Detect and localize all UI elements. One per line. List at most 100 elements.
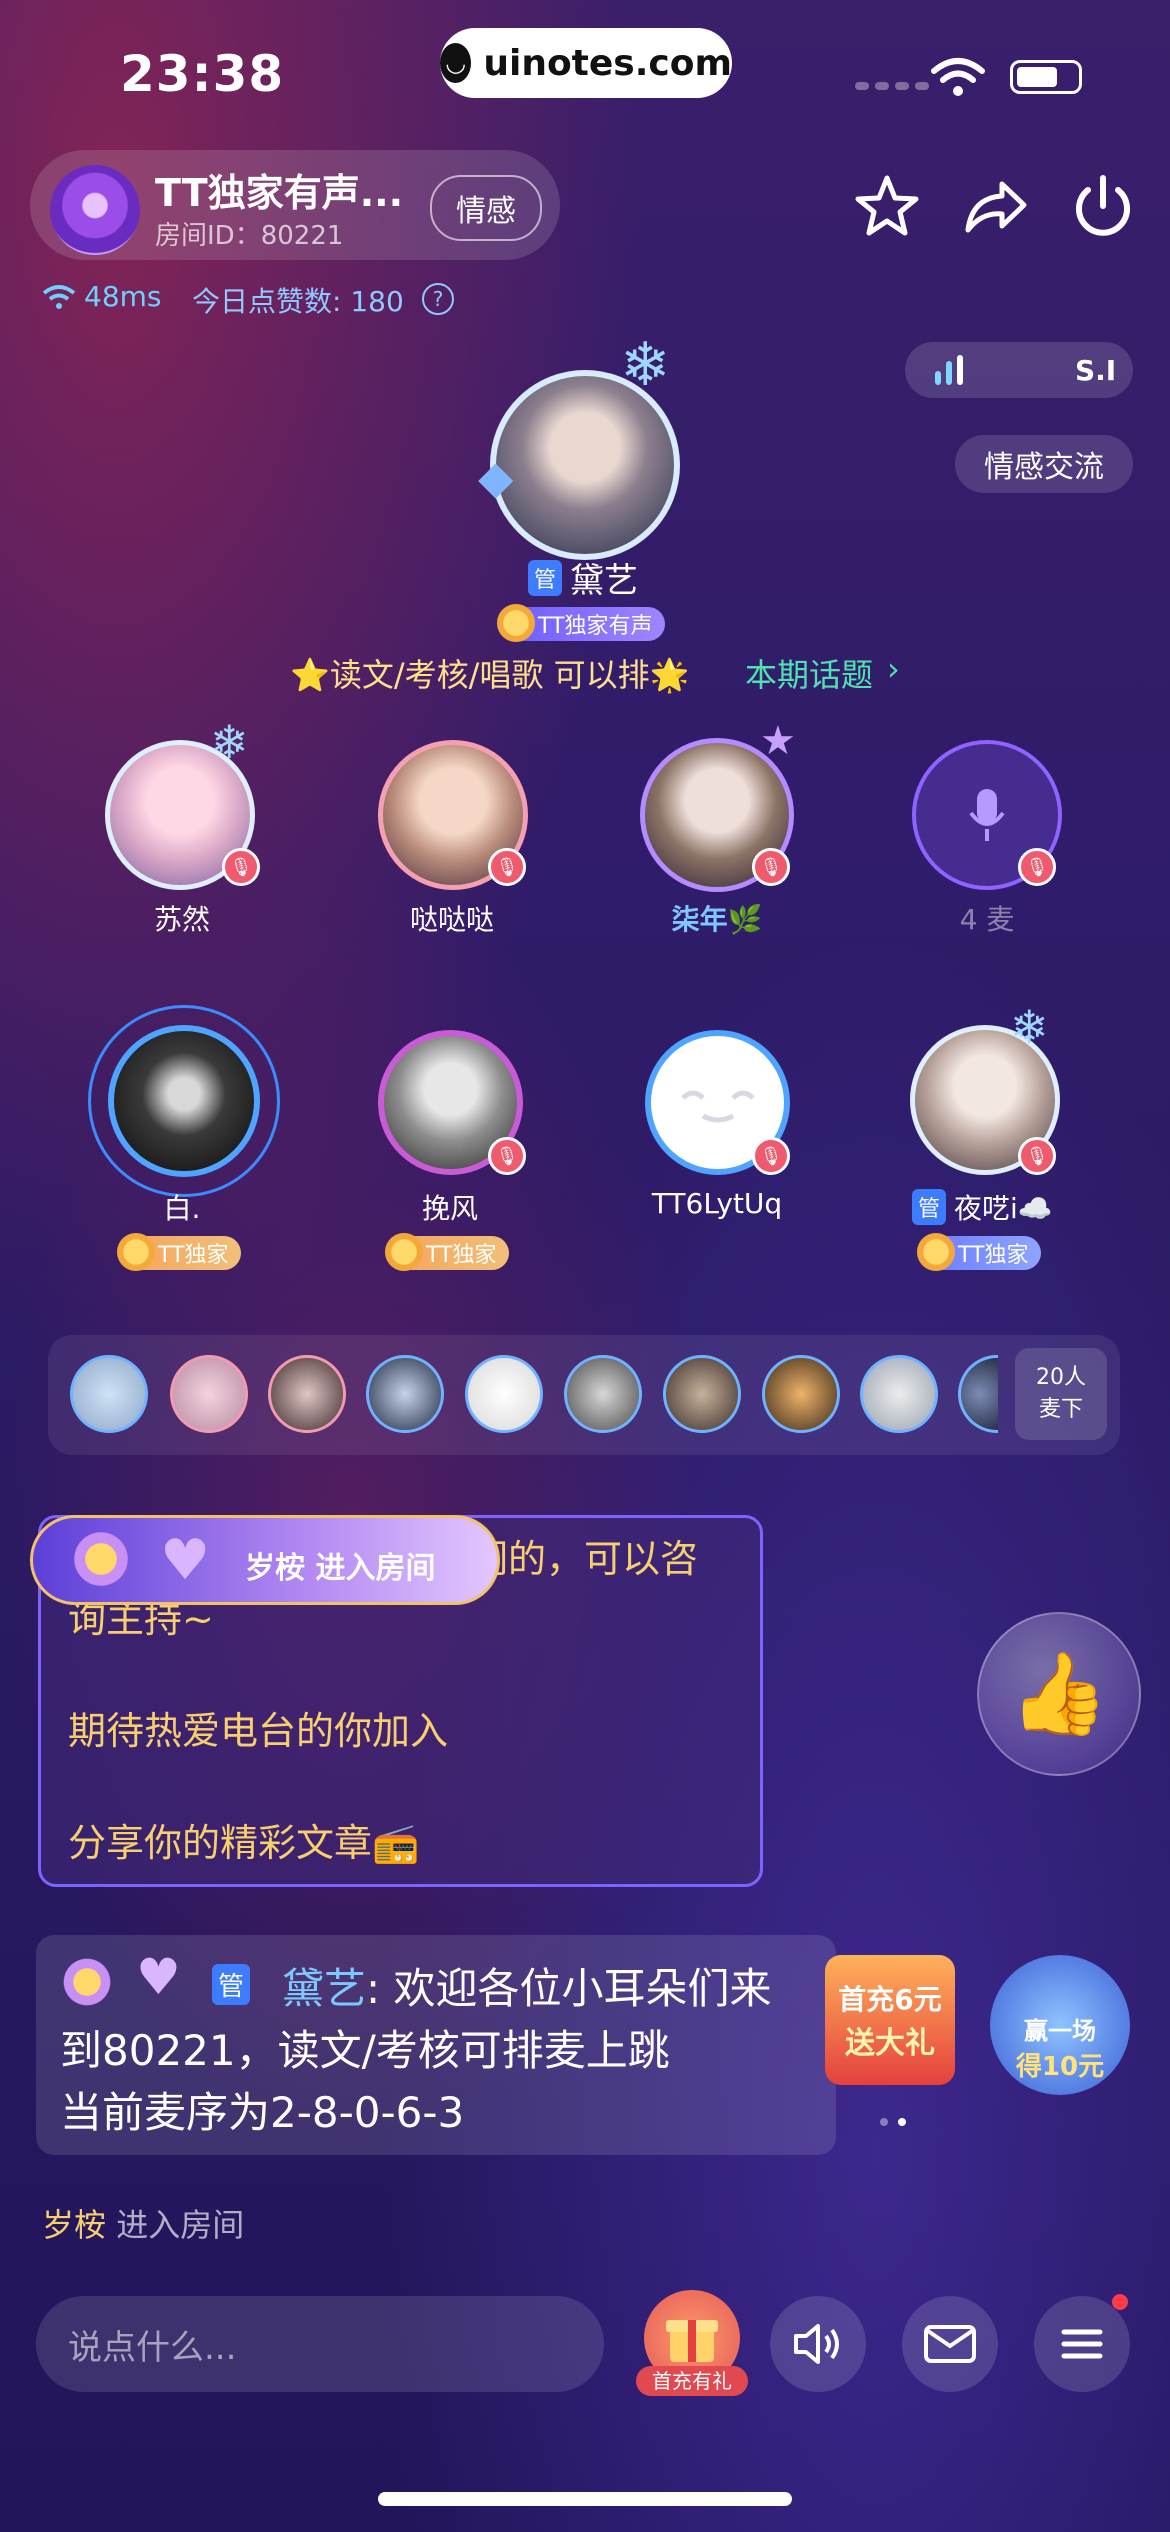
badge-star-icon: [914, 1230, 958, 1274]
star-favorite-icon[interactable]: [852, 172, 922, 242]
host-badge: TT独家有声: [494, 601, 665, 645]
mail-icon[interactable]: [902, 2296, 998, 2392]
battery-icon: [1010, 60, 1082, 94]
audience-avatar[interactable]: [860, 1355, 938, 1433]
heart-level-icon: ♥: [136, 1948, 181, 2006]
share-icon[interactable]: [960, 172, 1030, 242]
seat-4-name: 4 麦: [959, 903, 1015, 936]
audience-avatar[interactable]: [268, 1355, 346, 1433]
speaker-svg: [794, 2324, 839, 2364]
microphone-icon: [969, 789, 1005, 841]
status-time: 23:38: [120, 45, 285, 103]
mic-queue-count[interactable]: 20人 麦下: [1015, 1348, 1107, 1440]
gift-label: 首充有礼: [636, 2366, 748, 2396]
uinotes-logo-icon: ◡: [440, 43, 472, 83]
network-wifi-icon: [42, 284, 76, 309]
seat-1-frame-snowflake-icon: ❄: [210, 715, 249, 769]
message-user: 黛艺: [282, 1964, 367, 2013]
audience-avatar[interactable]: [762, 1355, 840, 1433]
seat-8-name-row: 管 夜呓i☁️: [912, 1187, 1053, 1227]
seat-8-badge-text: TT独家: [958, 1243, 1029, 1268]
enter-banner-text: 岁桉 进入房间: [245, 1543, 435, 1587]
admin-tag: 管: [212, 1964, 251, 2005]
url-pill: ◡ uinotes.com: [440, 28, 732, 98]
badge-star-icon: [494, 601, 538, 645]
wifi-icon: [931, 58, 985, 96]
host-frame-crystal-icon: ◆: [478, 450, 514, 504]
audience-avatar[interactable]: [70, 1355, 148, 1433]
notice-line-3: 期待热爱电台的你加入: [68, 1709, 449, 1753]
chat-input[interactable]: 说点什么...: [36, 2296, 604, 2392]
seat-3-frame-star-icon: ★: [760, 718, 796, 764]
topic-link-text: 本期话题: [745, 656, 874, 694]
speaker-volume-icon[interactable]: [770, 2296, 866, 2392]
audience-avatar[interactable]: [663, 1355, 741, 1433]
help-icon[interactable]: ?: [422, 283, 454, 315]
seat-5-name: 白.: [163, 1192, 201, 1225]
home-indicator[interactable]: [378, 2492, 792, 2506]
admin-tag: 管: [912, 1189, 947, 1225]
enter-log-action: 进入房间: [116, 2206, 245, 2244]
cellular-signal-icon: [855, 82, 929, 90]
music-title: S.I: [1075, 354, 1117, 387]
seat-7-mic-muted-icon: 🎙: [752, 1137, 790, 1175]
win-promo[interactable]: 赢一场 得10元: [990, 1955, 1130, 2095]
enter-log: 岁桉 进入房间: [42, 2200, 244, 2246]
seat-6-badge-text: TT独家: [426, 1243, 497, 1268]
seat-8-name: 夜呓i☁️: [954, 1192, 1053, 1225]
seat-5-badge: TT独家: [114, 1230, 241, 1274]
admin-tag: 管: [528, 559, 563, 596]
seat-2-name: 哒哒哒: [409, 903, 494, 936]
message-text-1: : 欢迎各位小耳朵们来: [366, 1964, 772, 2013]
level-crown-icon: [70, 1528, 132, 1590]
seat-6-badge: TT独家: [382, 1230, 509, 1274]
room-id: 房间ID：80221: [155, 221, 344, 251]
url-text: uinotes.com: [483, 42, 732, 84]
default-avatar-face-icon: [680, 1090, 755, 1122]
seat-5-avatar[interactable]: [108, 1025, 260, 1177]
menu-icon[interactable]: [1034, 2296, 1130, 2392]
audience-avatar[interactable]: [366, 1355, 444, 1433]
audience-avatar[interactable]: [465, 1355, 543, 1433]
seat-6-name: 挽风: [421, 1192, 478, 1225]
seat-3-mic-muted-icon: 🎙: [752, 848, 790, 886]
seat-7-name: TT6LytUq: [651, 1187, 783, 1220]
seat-8-frame-snowflake-icon: ❄: [1010, 1000, 1049, 1054]
promo2-line2: 得10元: [1015, 2052, 1105, 2082]
room-title: TT独家有声...: [155, 171, 404, 215]
mail-svg: [924, 2325, 976, 2363]
power-exit-icon[interactable]: [1068, 172, 1138, 242]
enter-log-user: 岁桉: [42, 2206, 107, 2244]
host-frame-snowflake-icon: ❄: [620, 330, 671, 400]
seat-1-mic-muted-icon: 🎙: [222, 848, 260, 886]
topic-link[interactable]: 本期话题 ›: [745, 650, 900, 696]
audience-avatar[interactable]: [170, 1355, 248, 1433]
audience-avatar[interactable]: [564, 1355, 642, 1433]
seat-5-badge-text: TT独家: [158, 1243, 229, 1268]
host-badge-text: TT独家有声: [538, 614, 653, 639]
thumbs-up-like-icon[interactable]: 👍: [977, 1612, 1141, 1776]
chevron-right-icon: ›: [887, 650, 900, 688]
notice-line-4: 分享你的精彩文章📻: [68, 1821, 420, 1865]
message-line-2: 到80221，读文/考核可排麦上跳: [60, 2026, 670, 2075]
menu-svg: [1061, 2329, 1103, 2359]
seat-2-mic-muted-icon: 🎙: [488, 848, 526, 886]
ping-value: 48ms: [84, 280, 162, 313]
menu-notification-dot: [1112, 2294, 1128, 2310]
seat-3-name: 柒年🌿: [671, 903, 763, 936]
seat-1-name: 苏然: [153, 903, 210, 936]
seat-8-badge: TT独家: [914, 1230, 1041, 1274]
first-charge-promo[interactable]: 首充6元 送大礼: [815, 1945, 965, 2095]
badge-star-icon: [382, 1230, 426, 1274]
badge-star-icon: [114, 1230, 158, 1274]
topic-line: ⭐读文/考核/唱歌 可以排🌟: [290, 656, 690, 694]
room-category-tag[interactable]: 情感: [430, 175, 542, 241]
room-level-badge-icon: [50, 165, 140, 255]
enter-banner-action: 进入房间: [315, 1551, 436, 1586]
message-line-1: 黛艺: 欢迎各位小耳朵们来: [282, 1955, 772, 2016]
room-topic-tag[interactable]: 情感交流: [955, 435, 1133, 493]
daily-likes: 今日点赞数: 180: [192, 285, 404, 318]
music-bars-icon: [935, 355, 963, 385]
seat-4-mic-muted-icon: 🎙: [1018, 848, 1056, 886]
host-name-row: 管 黛艺: [528, 553, 638, 602]
